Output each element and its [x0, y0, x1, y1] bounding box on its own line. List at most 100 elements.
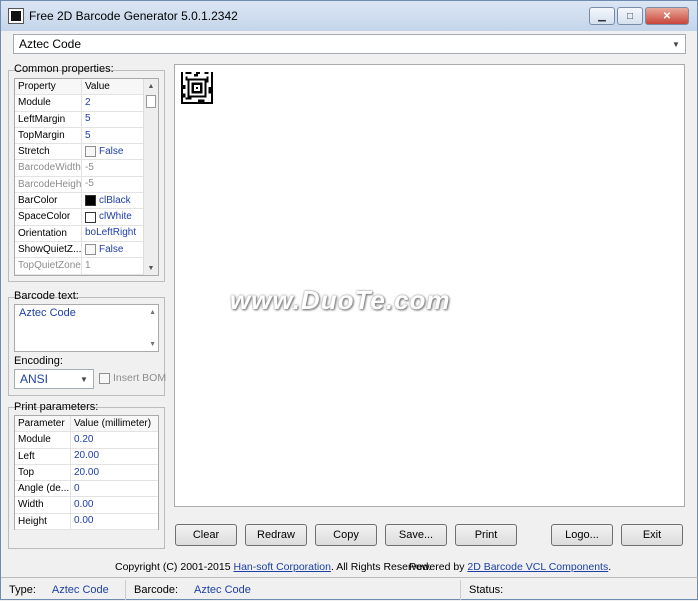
property-name: TopMargin [15, 127, 82, 144]
property-row[interactable]: BarColor clBlack [15, 193, 158, 210]
barcode-label: Barcode: [134, 583, 179, 596]
color-swatch-icon [85, 211, 96, 223]
symbology-value: Aztec Code [19, 37, 82, 51]
textarea-scroll-up-icon[interactable]: ▲ [149, 309, 156, 316]
value-mm-column-header: Value (millimeter) [74, 417, 152, 429]
color-swatch-icon [85, 195, 96, 207]
parameter-name: Angle (de... [15, 481, 71, 497]
property-row[interactable]: Orientation boLeftRight [15, 225, 158, 242]
redraw-button[interactable]: Redraw [245, 524, 307, 546]
close-button[interactable]: ✕ [645, 7, 689, 25]
copyright-text: Copyright (C) 2001-2015 [115, 561, 231, 573]
print-parameter-row[interactable]: Width 0.00 [15, 497, 158, 514]
chevron-down-icon: ▼ [672, 39, 680, 49]
symbology-select[interactable]: Aztec Code ▼ [13, 34, 686, 54]
barcode-text-label: Barcode text: [14, 290, 79, 302]
maximize-button[interactable]: □ [617, 7, 643, 25]
properties-header-row: Property Value [15, 79, 158, 96]
logo-button[interactable]: Logo... [551, 524, 613, 546]
window-title: Free 2D Barcode Generator 5.0.1.2342 [29, 9, 238, 23]
parameter-name: Height [15, 513, 71, 530]
property-value: False [99, 243, 124, 255]
property-row[interactable]: BarcodeHeight -5 [15, 176, 158, 194]
parameter-value[interactable]: 20.00 [71, 449, 158, 464]
properties-scrollbar[interactable]: ▲ ▼ [143, 79, 158, 275]
print-parameter-row[interactable]: Height 0.00 [15, 513, 158, 531]
print-parameter-row[interactable]: Module 0.20 [15, 432, 158, 449]
barcode-text-value: Aztec Code [19, 307, 76, 319]
clear-button[interactable]: Clear [175, 524, 237, 546]
print-button[interactable]: Print [455, 524, 517, 546]
parameter-name: Top [15, 464, 71, 481]
scroll-thumb[interactable] [146, 95, 156, 108]
parameter-value[interactable]: 20.00 [71, 465, 158, 480]
parameter-column-header: Parameter [15, 416, 71, 432]
parameter-value[interactable]: 0.20 [71, 432, 158, 447]
print-header-row: Parameter Value (millimeter) [15, 416, 158, 433]
type-label: Type: [9, 583, 36, 596]
common-properties-label: Common properties: [14, 63, 114, 75]
property-row[interactable]: ShowQuietZ... False [15, 241, 158, 259]
property-row[interactable]: BarcodeWidth -5 [15, 160, 158, 177]
aztec-barcode [181, 72, 213, 104]
type-value: Aztec Code [51, 583, 109, 596]
checkbox-icon[interactable] [85, 244, 96, 256]
status-status-cell: Status: [461, 580, 503, 600]
property-value: clBlack [99, 194, 131, 206]
encoding-select[interactable]: ANSI ▼ [14, 369, 94, 389]
insert-bom-checkbox[interactable]: Insert BOM [99, 372, 166, 384]
insert-bom-check-icon [99, 372, 110, 384]
barcode-value: Aztec Code [194, 583, 251, 596]
company-link[interactable]: Han-soft Corporation [233, 561, 330, 573]
status-barcode-cell: Barcode: Aztec Code [126, 579, 461, 600]
encoding-chevron-icon: ▼ [80, 374, 88, 384]
checkbox-icon[interactable] [85, 146, 96, 158]
property-name: TopQuietZone [15, 258, 82, 274]
app-window: Free 2D Barcode Generator 5.0.1.2342 ▁ □… [0, 0, 698, 600]
encoding-value: ANSI [20, 372, 49, 386]
textarea-scroll-down-icon[interactable]: ▼ [149, 341, 156, 348]
copy-button[interactable]: Copy [315, 524, 377, 546]
title-bar: Free 2D Barcode Generator 5.0.1.2342 ▁ □… [1, 1, 697, 31]
scroll-down-icon[interactable]: ▼ [144, 261, 158, 275]
app-icon [8, 8, 24, 24]
save-button[interactable]: Save... [385, 524, 447, 546]
property-value: False [99, 145, 124, 157]
barcode-text-input[interactable]: Aztec Code ▲ ▼ [14, 304, 159, 352]
print-parameters-grid[interactable]: Parameter Value (millimeter) Module 0.20 L… [14, 415, 159, 531]
property-value: -5 [85, 178, 94, 190]
print-parameter-row[interactable]: Angle (de... 0 [15, 481, 158, 498]
status-type-cell: Type: Aztec Code [1, 579, 126, 600]
components-link[interactable]: 2D Barcode VCL Components [467, 561, 608, 573]
encoding-label: Encoding: [14, 355, 63, 367]
watermark-text: www.DuoTe.com [230, 285, 451, 315]
parameter-name: Width [15, 497, 71, 513]
property-value: -5 [85, 162, 94, 174]
parameter-value[interactable]: 0.00 [71, 514, 158, 529]
properties-grid[interactable]: Property Value Module 2 LeftMargin 5 TopMarg… [14, 78, 159, 276]
maximize-icon: □ [626, 10, 634, 22]
exit-button[interactable]: Exit [621, 524, 683, 546]
property-row[interactable]: LeftMargin 5 [15, 111, 158, 128]
minimize-button[interactable]: ▁ [589, 7, 615, 25]
property-row[interactable]: TopMargin 5 [15, 127, 158, 145]
scroll-up-icon[interactable]: ▲ [144, 79, 158, 93]
status-bar: Type: Aztec Code Barcode: Aztec Code Sta… [1, 577, 698, 601]
property-name: Stretch [15, 144, 82, 160]
property-row[interactable]: Stretch False [15, 144, 158, 161]
property-row[interactable]: Module 2 [15, 95, 158, 112]
close-icon: ✕ [662, 10, 672, 22]
print-parameter-row[interactable]: Left 20.00 [15, 448, 158, 465]
parameter-value[interactable]: 0 [71, 481, 158, 496]
property-row[interactable]: SpaceColor clWhite [15, 209, 158, 226]
powered-by-text: Powered by [409, 561, 465, 573]
parameter-value[interactable]: 0.00 [71, 497, 158, 512]
barcode-preview: www.DuoTe.com [174, 64, 685, 507]
property-name: BarcodeHeight [15, 176, 82, 193]
print-parameter-row[interactable]: Top 20.00 [15, 464, 158, 482]
property-row[interactable]: TopQuietZone 1 [15, 258, 158, 275]
property-name: BarColor [15, 193, 82, 209]
insert-bom-label: Insert BOM [113, 372, 167, 384]
property-value: 5 [85, 113, 91, 125]
property-name: SpaceColor [15, 209, 82, 225]
